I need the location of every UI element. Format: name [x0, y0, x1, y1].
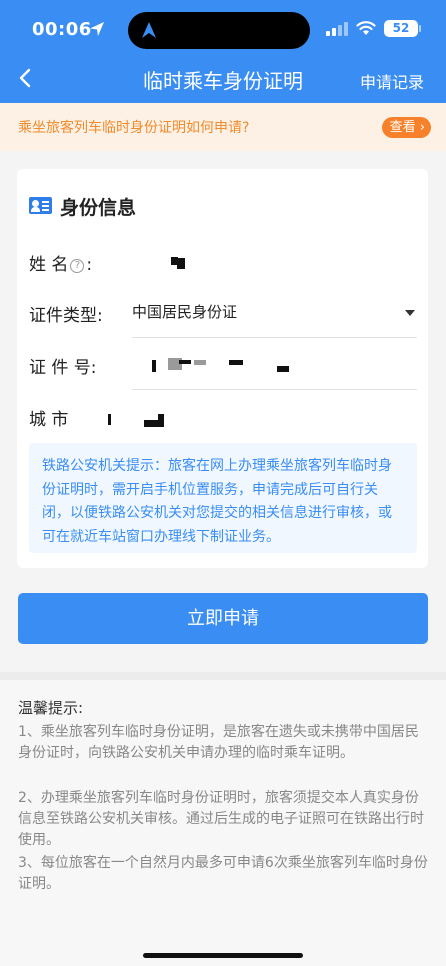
id-number-label: 证 件 号:: [29, 358, 97, 378]
id-type-field[interactable]: 证件类型: 中国居民身份证: [29, 286, 417, 338]
nav-bar: 临时乘车身份证明 申请记录: [0, 56, 446, 101]
police-tip: 铁路公安机关提示：旅客在网上办理乘坐旅客列车临时身份证明时，需开启手机位置服务，…: [29, 443, 417, 553]
identity-form-card: 身份信息 姓 名?: 证件类型: 中国居民身份证 证 件 号: 城 市 铁路公安…: [17, 169, 428, 568]
id-number-redaction: [277, 366, 289, 372]
id-number-redaction: [229, 360, 243, 365]
help-banner[interactable]: 乘坐旅客列车临时身份证明如何申请? 查看 ›: [0, 103, 446, 151]
id-type-value: 中国居民身份证: [132, 303, 238, 321]
name-field[interactable]: 姓 名?:: [29, 235, 417, 287]
location-arrow-icon: [90, 22, 104, 36]
chevron-right-icon: ›: [415, 120, 425, 135]
id-number-field[interactable]: 证 件 号:: [29, 338, 417, 390]
section-title: 身份信息: [60, 197, 137, 219]
name-redaction: [177, 258, 185, 269]
id-type-label: 证件类型:: [29, 306, 103, 326]
application-records-link[interactable]: 申请记录: [360, 69, 424, 93]
status-bar: 00:06 52: [0, 0, 446, 56]
city-redaction: [158, 414, 164, 424]
city-field[interactable]: 城 市: [29, 390, 417, 442]
caret-down-icon: [405, 310, 415, 316]
banner-text: 乘坐旅客列车临时身份证明如何申请?: [18, 120, 250, 136]
submit-button[interactable]: 立即申请: [18, 593, 428, 644]
id-card-icon: [29, 197, 52, 214]
signal-icon: [326, 22, 348, 36]
id-number-redaction: [194, 360, 206, 365]
name-label: 姓 名?:: [29, 255, 93, 275]
app-icon: [142, 22, 156, 38]
status-time: 00:06: [32, 19, 92, 40]
header-bar: 00:06 52 临时乘车身份证明 申请记录: [0, 0, 446, 103]
id-number-redaction: [179, 360, 191, 364]
city-label: 城 市: [29, 410, 69, 430]
city-redaction: [108, 414, 111, 425]
dynamic-island: [128, 12, 310, 49]
notes-section: 温馨提示: 1、乘坐旅客列车临时身份证明，是旅客在遗失或未携带中国居民身份证时，…: [0, 680, 446, 966]
note-item: 2、办理乘坐旅客列车临时身份证明时，旅客须提交本人真实身份信息至铁路公安机关审核…: [18, 790, 424, 848]
note-item: 3、每位旅客在一个自然月内最多可申请6次乘坐旅客列车临时身份证明。: [18, 855, 428, 892]
view-button[interactable]: 查看 ›: [381, 117, 431, 138]
help-icon[interactable]: ?: [70, 259, 85, 273]
id-number-redaction: [152, 360, 156, 372]
home-indicator: [143, 953, 303, 958]
notes-title: 温馨提示:: [18, 699, 84, 717]
view-button-label: 查看: [389, 120, 416, 135]
battery-cap: [419, 25, 421, 32]
note-item: 1、乘坐旅客列车临时身份证明，是旅客在遗失或未携带中国居民身份证时，向铁路公安机…: [18, 724, 419, 761]
wifi-icon: [356, 21, 376, 35]
section-divider: [0, 672, 446, 680]
battery-icon: 52: [384, 20, 418, 37]
